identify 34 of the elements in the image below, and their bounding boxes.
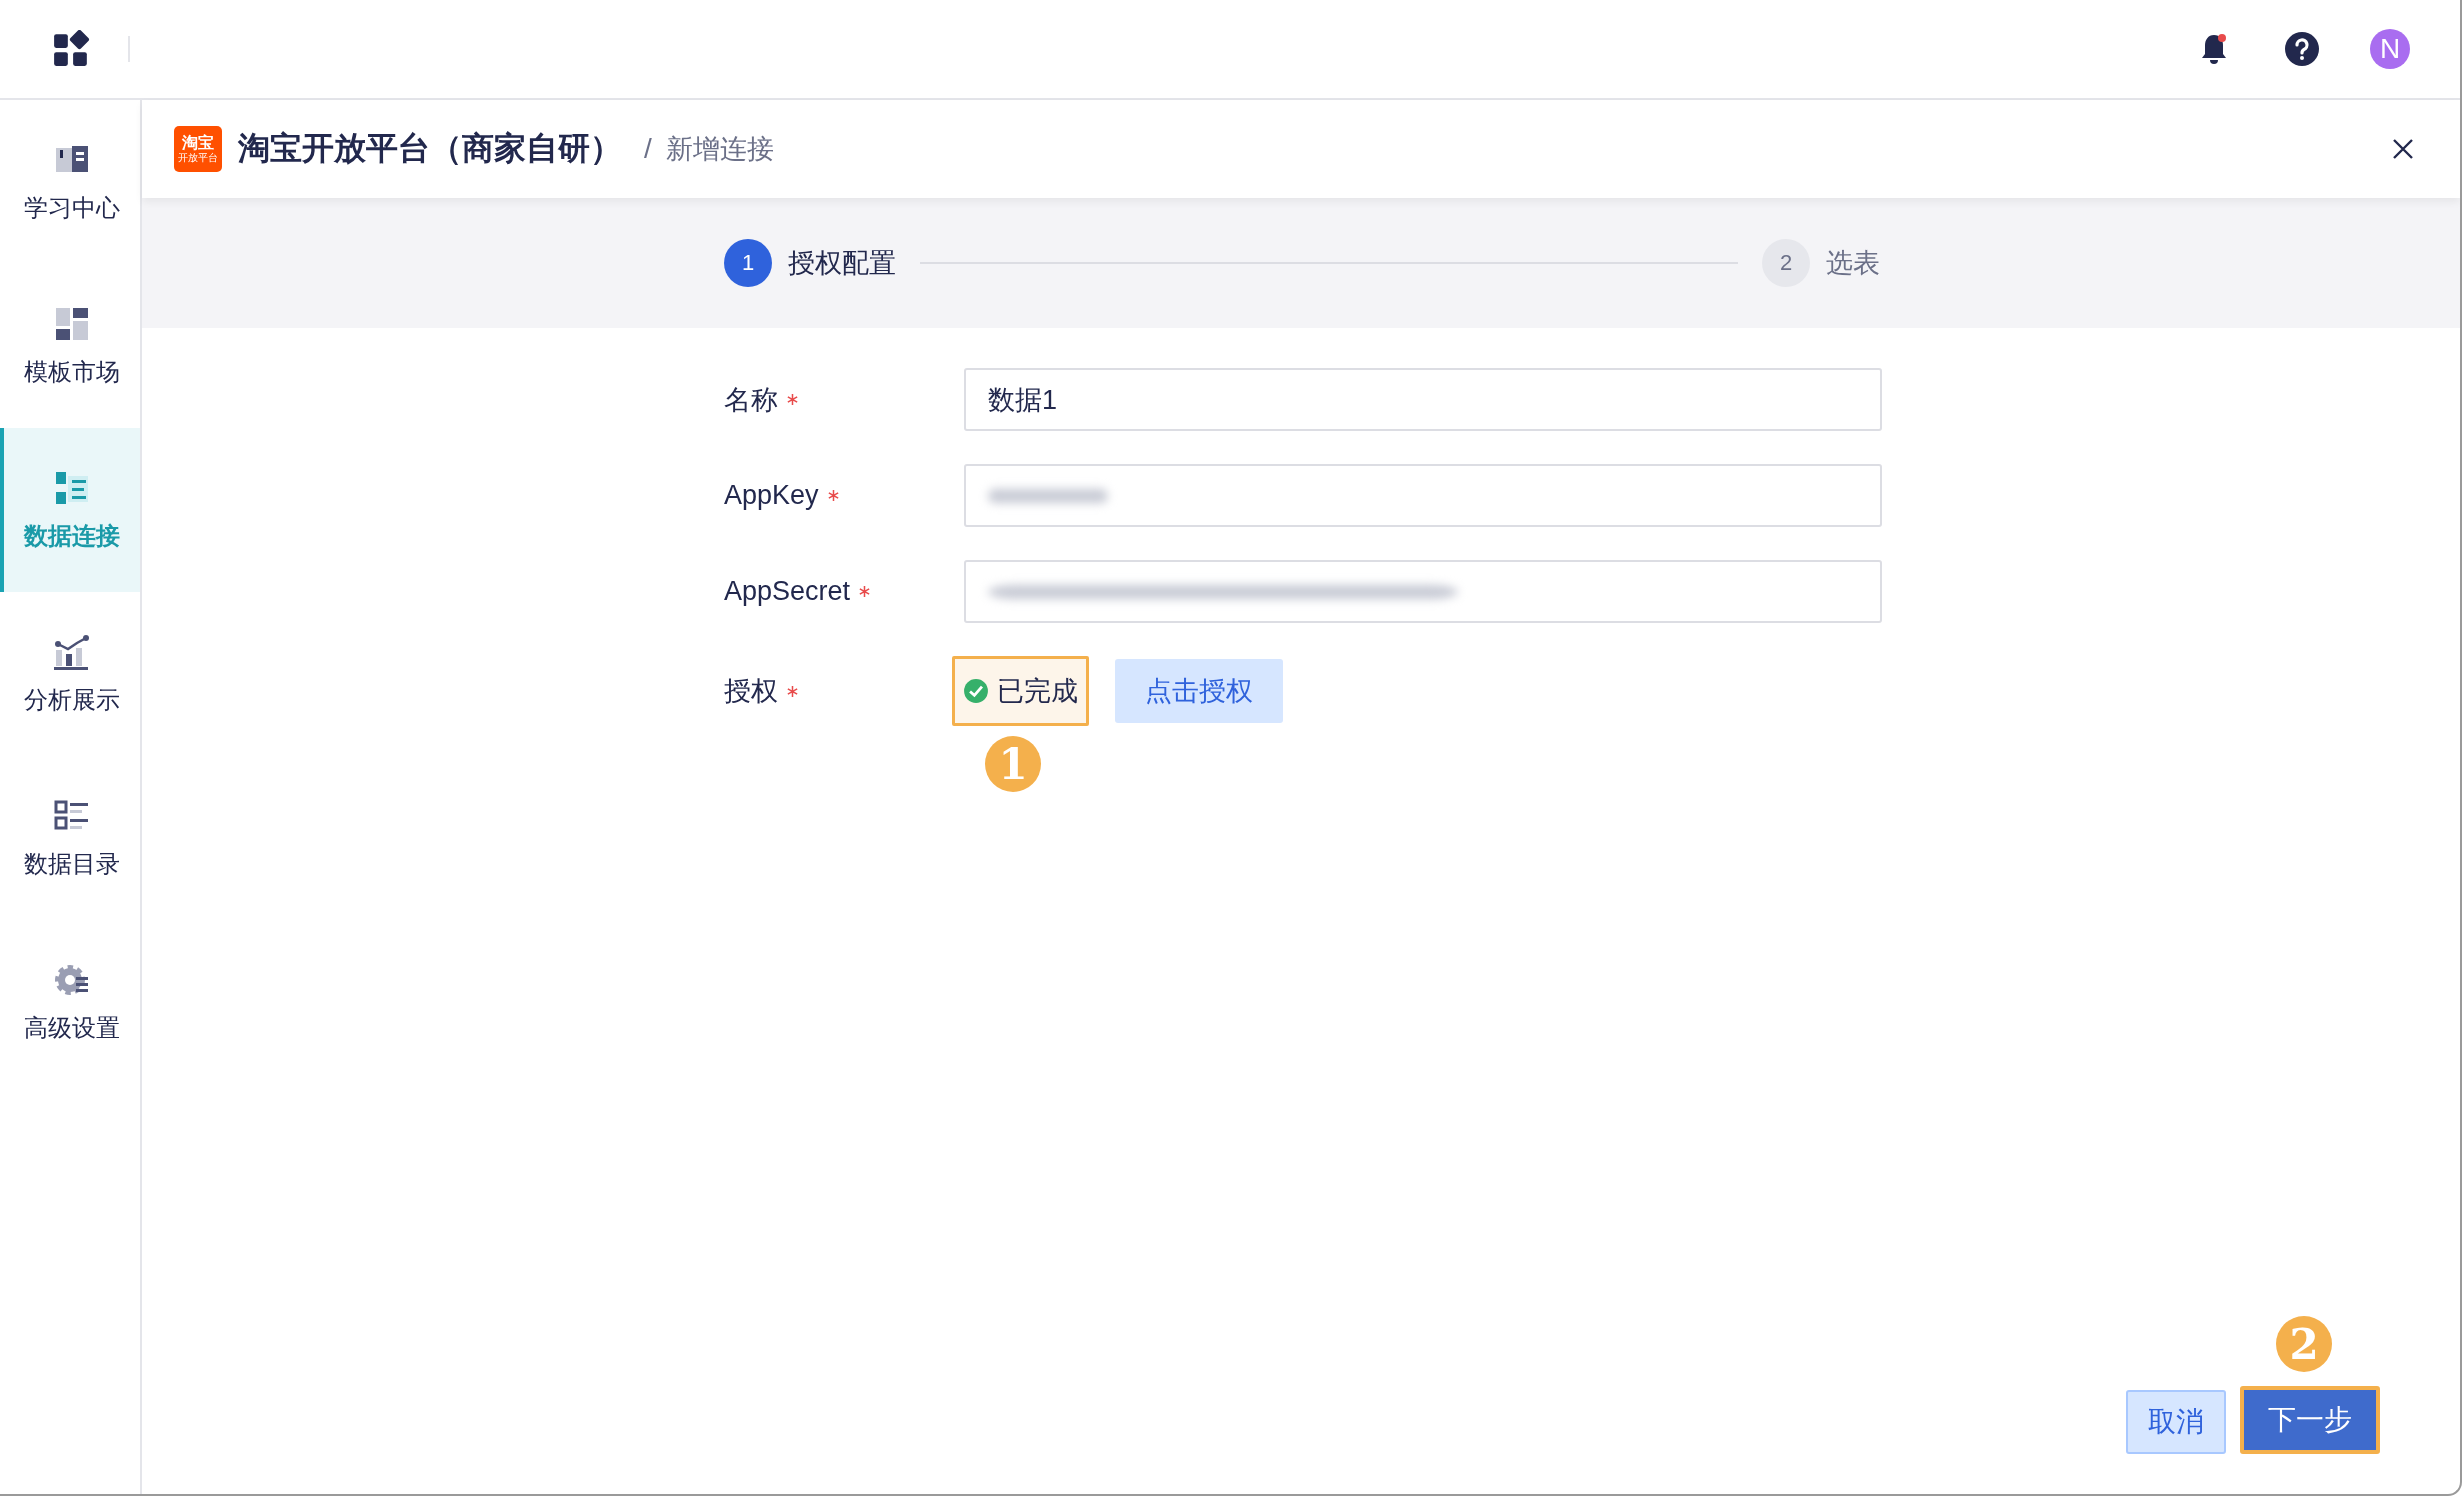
step-label: 选表 [1826,247,1880,280]
breadcrumb-separator: / [644,133,652,165]
sidebar-item[interactable]: 数据目录 [0,756,140,920]
sidebar-label: 数据目录 [24,849,120,879]
sidebar-label: 高级设置 [24,1013,120,1043]
taobao-logo: 淘宝 开放平台 [174,126,222,172]
next-button[interactable]: 下一步 [2240,1386,2380,1454]
breadcrumb-item: 新增连接 [665,133,774,166]
page-title: 淘宝开放平台（商家自研） [238,129,622,168]
cancel-button[interactable]: 取消 [2126,1390,2226,1454]
step-label: 授权配置 [788,247,896,280]
input-field[interactable]: 数据1 [964,368,1882,431]
field-label: 授权 [724,675,778,708]
chart-icon [52,632,92,672]
sidebar-item[interactable]: 模板市场 [0,264,140,428]
field-label: AppKey [724,480,819,511]
sidebar-item[interactable]: 高级设置 [0,920,140,1084]
step-number: 1 [724,239,772,287]
field-label: 名称 [724,383,778,417]
sidebar-label: 数据连接 [24,521,120,551]
sidebar-item[interactable]: 分析展示 [0,592,140,756]
step-number: 2 [1762,239,1810,287]
apps-icon[interactable] [52,30,90,68]
help-icon[interactable] [2284,31,2320,67]
field-label: AppSecret [724,576,851,607]
step-marker: 2 [2276,1316,2332,1372]
sidebar-label: 学习中心 [24,193,120,223]
auth-status: 已完成 [952,656,1089,726]
authorize-button[interactable]: 点击授权 [1115,659,1283,723]
sidebar-label: 模板市场 [24,357,120,387]
close-icon[interactable] [2391,137,2415,161]
sidebar-item[interactable]: 学习中心 [0,100,140,264]
step-marker: 1 [985,736,1041,792]
sidebar-label: 分析展示 [24,685,120,715]
